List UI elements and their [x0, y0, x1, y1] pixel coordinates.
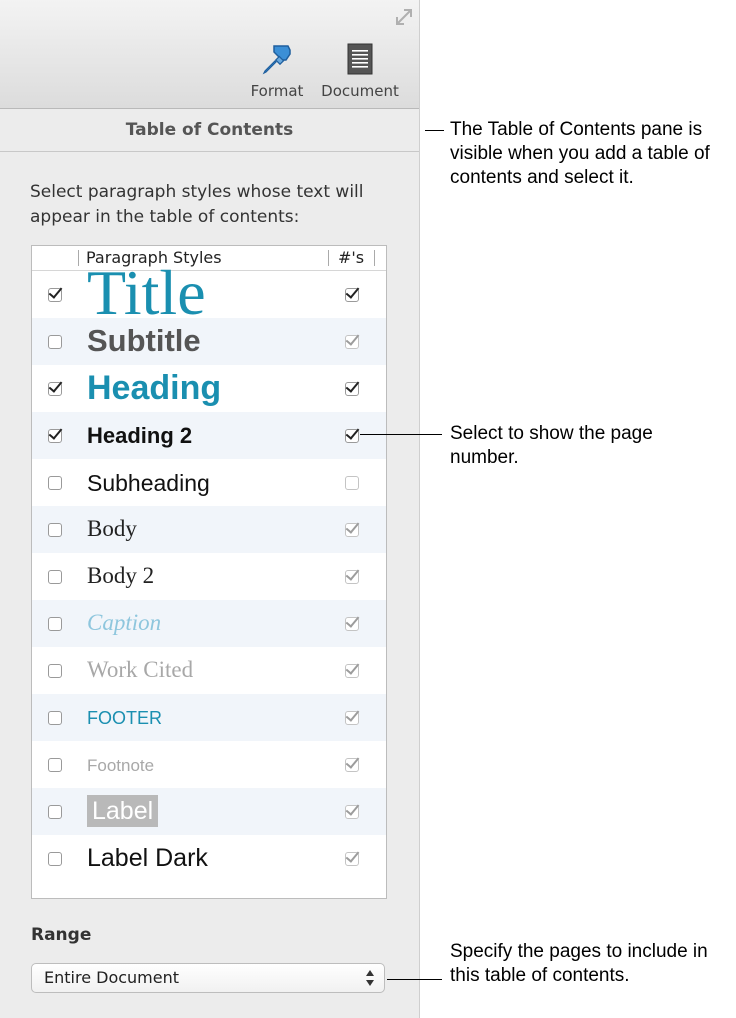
table-header: Paragraph Styles #'s	[32, 246, 386, 271]
style-name-work-cited: Work Cited	[87, 657, 194, 682]
page-number-checkbox[interactable]	[345, 288, 359, 302]
page-number-checkbox[interactable]	[345, 429, 359, 443]
header-divider	[78, 250, 79, 266]
page-number-checkbox[interactable]	[345, 382, 359, 396]
page-number-checkbox[interactable]	[345, 852, 359, 866]
include-checkbox[interactable]	[48, 758, 62, 772]
page-number-checkbox[interactable]	[345, 711, 359, 725]
style-name-subheading: Subheading	[87, 470, 210, 496]
include-checkbox[interactable]	[48, 617, 62, 631]
callout-page-number: Select to show the page number.	[450, 423, 653, 468]
style-name-body: Body	[87, 516, 137, 541]
inspector-toolbar: Format Document	[0, 0, 419, 109]
table-row[interactable]: Heading 2	[32, 412, 386, 459]
fullscreen-toggle-icon[interactable]	[393, 6, 415, 28]
table-row[interactable]: Caption	[32, 600, 386, 647]
table-row[interactable]: Subtitle	[32, 318, 386, 365]
table-rows: Title Subtitle Heading Heading 2 Subhead…	[32, 261, 386, 882]
style-name-title: Title	[87, 257, 206, 328]
page-number-checkbox[interactable]	[345, 523, 359, 537]
document-button[interactable]: Document	[318, 42, 402, 100]
table-row[interactable]: Body	[32, 506, 386, 553]
format-label: Format	[250, 82, 304, 100]
table-row[interactable]: Work Cited	[32, 647, 386, 694]
page-number-checkbox[interactable]	[345, 664, 359, 678]
popup-arrows-icon	[366, 968, 375, 988]
include-checkbox[interactable]	[48, 570, 62, 584]
paragraph-styles-table: Paragraph Styles #'s Title Subtitle Head…	[31, 245, 387, 899]
header-divider	[328, 250, 329, 266]
table-row[interactable]: Body 2	[32, 553, 386, 600]
style-name-subtitle: Subtitle	[87, 323, 201, 358]
callout-leader-line	[425, 130, 444, 131]
style-name-label: Label	[87, 795, 159, 827]
table-row[interactable]: Label	[32, 788, 386, 835]
callout-leader-line	[360, 434, 442, 435]
style-name-heading: Heading	[87, 369, 222, 407]
range-select-value: Entire Document	[44, 968, 180, 987]
page-number-checkbox[interactable]	[345, 476, 359, 490]
include-checkbox[interactable]	[48, 335, 62, 349]
pane-title: Table of Contents	[0, 108, 419, 152]
format-button[interactable]: Format	[248, 42, 306, 100]
document-icon	[347, 43, 373, 75]
table-row[interactable]: Footnote	[32, 741, 386, 788]
table-row[interactable]: Subheading	[32, 459, 386, 506]
style-name-caption: Caption	[87, 610, 162, 635]
table-row[interactable]: Title	[32, 261, 386, 325]
include-checkbox[interactable]	[48, 429, 62, 443]
page-number-checkbox[interactable]	[345, 617, 359, 631]
page-number-checkbox[interactable]	[345, 758, 359, 772]
include-checkbox[interactable]	[48, 805, 62, 819]
page-number-checkbox[interactable]	[345, 570, 359, 584]
range-label: Range	[31, 925, 92, 945]
document-label: Document	[321, 82, 399, 100]
column-header-page-numbers[interactable]: #'s	[338, 248, 364, 267]
table-row[interactable]: Label Dark	[32, 835, 386, 882]
range-select[interactable]: Entire Document	[31, 963, 385, 993]
include-checkbox[interactable]	[48, 382, 62, 396]
include-checkbox[interactable]	[48, 476, 62, 490]
include-checkbox[interactable]	[48, 288, 62, 302]
page-number-checkbox[interactable]	[345, 805, 359, 819]
style-name-heading-2: Heading 2	[87, 423, 193, 448]
include-checkbox[interactable]	[48, 664, 62, 678]
header-divider	[374, 250, 375, 266]
style-name-footer: FOOTER	[87, 708, 162, 728]
callout-range: Specify the pages to include in this tab…	[450, 941, 708, 986]
style-name-body-2: Body 2	[87, 563, 155, 588]
include-checkbox[interactable]	[48, 523, 62, 537]
include-checkbox[interactable]	[48, 852, 62, 866]
callout-leader-line	[387, 979, 442, 980]
paintbrush-icon	[262, 45, 291, 75]
include-checkbox[interactable]	[48, 711, 62, 725]
callout-pane: The Table of Contents pane is visible wh…	[450, 119, 710, 188]
pane-description: Select paragraph styles whose text will …	[30, 182, 364, 227]
table-row[interactable]: FOOTER	[32, 694, 386, 741]
table-row[interactable]: Heading	[32, 365, 386, 412]
style-name-label-dark: Label Dark	[87, 844, 208, 872]
style-name-footnote: Footnote	[87, 756, 155, 775]
page-number-checkbox[interactable]	[345, 335, 359, 349]
format-sidebar: Format Document Table of Contents Select…	[0, 0, 420, 1018]
